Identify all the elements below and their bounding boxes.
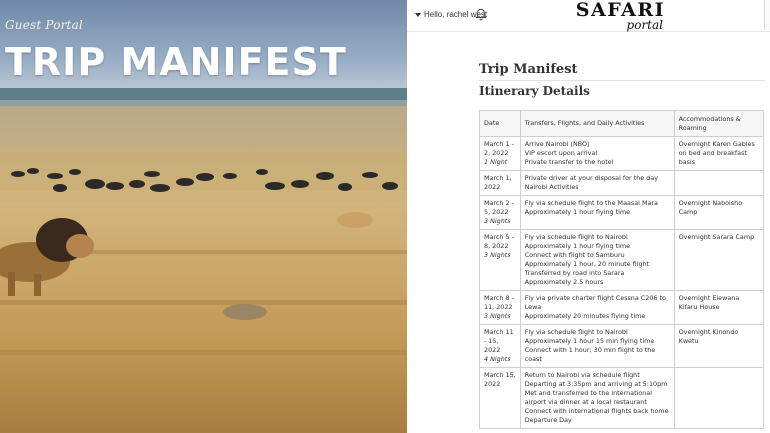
logo-sub-text: portal (626, 18, 663, 32)
activity-line: Approximately 1 hour flying time (524, 242, 631, 250)
accommodation-cell: Overnight Karen Gables on bed and breakf… (673, 136, 765, 171)
activities-cell: Fly via schedule flight to Nairobi Approx… (519, 324, 675, 368)
safari-portal-logo[interactable]: SAFARI portal (575, 0, 665, 32)
top-bar: Hello, rachel west SAFARI portal (407, 0, 770, 32)
date-cell: March 1 - 2, 2022 1 Night (479, 136, 521, 171)
activity-line: VIP escort upon arrival (524, 149, 598, 157)
activities-cell: Return to Nairobi via schedule flight Dep… (519, 367, 675, 429)
accommodation-text: Overnight Elewana Kifaru House (678, 294, 740, 311)
page-title: Trip Manifest (479, 62, 578, 77)
activity-line: Return to Nairobi via schedule flight (524, 371, 640, 379)
nights-text: 3 Nights (484, 312, 511, 320)
table-row: March 1 - 2, 2022 1 Night Arrive Nairobi … (479, 136, 765, 171)
itinerary-table: Date Transfers, Flights, and Daily Activ… (479, 110, 765, 429)
manifest-panel: Hello, rachel west SAFARI portal Trip Ma… (407, 0, 770, 433)
activity-line: Connect with international flights back … (524, 407, 669, 415)
activity-line: Private transfer to the hotel (524, 158, 614, 166)
accommodation-cell: Overnight Sarara Camp (673, 229, 765, 291)
hero-banner: Guest Portal TRIP MANIFEST (0, 0, 407, 433)
section-title: Itinerary Details (479, 84, 590, 98)
date-text: March 1, 2022 (484, 174, 512, 191)
table-row: March 1, 2022 Private driver at your dis… (479, 170, 765, 196)
date-cell: March 8 - 11, 2022 3 Nights (479, 290, 521, 325)
date-text: March 1 - 2, 2022 (484, 140, 514, 157)
table-header-row: Date Transfers, Flights, and Daily Activ… (479, 110, 765, 137)
activities-cell: Fly via schedule flight to Nairobi Approx… (519, 229, 675, 291)
activity-line: Fly via schedule flight to Nairobi (524, 328, 628, 336)
activity-line: Nairobi Activities (524, 183, 579, 191)
title-divider (479, 80, 765, 81)
activity-line: Connect with 1 hour; 30 min flight to th… (524, 346, 656, 363)
bell-icon[interactable] (475, 8, 487, 21)
accommodation-cell: Overnight Naboisho Camp (673, 195, 765, 230)
accommodation-text: Overnight Naboisho Camp (678, 199, 743, 216)
activity-line: Approximately 1 hour, 20 minute flight (524, 260, 650, 268)
table-row: March 2 - 5, 2022 3 Nights Fly via schedu… (479, 195, 765, 230)
accommodation-text: Overnight Sarara Camp (678, 233, 755, 241)
date-cell: March 15, 2022 (479, 367, 521, 429)
date-cell: March 11 - 15, 2022 4 Nights (479, 324, 521, 368)
nights-text: 1 Night (484, 158, 508, 166)
scrollbar[interactable] (764, 0, 770, 30)
table-row: March 11 - 15, 2022 4 Nights Fly via sche… (479, 324, 765, 368)
accommodation-cell (673, 170, 765, 196)
accommodation-cell (673, 367, 765, 429)
nights-text: 4 Nights (484, 355, 511, 363)
date-cell: March 2 - 5, 2022 3 Nights (479, 195, 521, 230)
activities-cell: Arrive Nairobi (NBO) VIP escort upon arri… (519, 136, 675, 171)
date-text: March 2 - 5, 2022 (484, 199, 514, 216)
accommodation-text: Overnight Karen Gables on bed and breakf… (678, 140, 755, 166)
activity-line: Transferred by road into Sarara (524, 269, 625, 277)
activity-line: Approximately 20 minutes flying time (524, 312, 646, 320)
nights-text: 3 Nights (484, 251, 511, 259)
accommodation-cell: Overnight Kinondo Kwetu (673, 324, 765, 368)
activity-line: Arrive Nairobi (NBO) (524, 140, 590, 148)
column-header-activities: Transfers, Flights, and Daily Activities (519, 110, 675, 137)
activities-cell: Private driver at your disposal for the … (519, 170, 675, 196)
date-text: March 8 - 11, 2022 (484, 294, 514, 311)
table-row: March 8 - 11, 2022 3 Nights Fly via priva… (479, 290, 765, 325)
activity-line: Departure Day (524, 416, 572, 424)
activity-line: Fly via schedule flight to the Maasai Ma… (524, 199, 658, 207)
date-text: March 15, 2022 (484, 371, 516, 388)
activity-line: Approximately 1 hour 15 min flying time (524, 337, 655, 345)
date-cell: March 5 - 8, 2022 3 Nights (479, 229, 521, 291)
activities-cell: Fly via private charter flight Cessna C2… (519, 290, 675, 325)
date-text: March 5 - 8, 2022 (484, 233, 514, 250)
activity-line: Connect with flight to Samburu (524, 251, 625, 259)
activity-line: Private driver at your disposal for the … (524, 174, 658, 182)
activity-line: Departing at 3:35pm and arriving at 5:10… (524, 380, 668, 388)
activity-line: Approximately 2.5 hours (524, 278, 604, 286)
column-header-accommodations: Accommodations & Roaming (673, 110, 765, 137)
hero-title: TRIP MANIFEST (5, 40, 347, 84)
nights-text: 3 Nights (484, 217, 511, 225)
accommodation-cell: Overnight Elewana Kifaru House (673, 290, 765, 325)
date-text: March 11 - 15, 2022 (484, 328, 514, 354)
activity-line: Approximately 1 hour flying time (524, 208, 631, 216)
table-row: March 5 - 8, 2022 3 Nights Fly via schedu… (479, 229, 765, 291)
guest-portal-label: Guest Portal (5, 18, 83, 32)
column-header-date: Date (479, 110, 521, 137)
accommodation-text: Overnight Kinondo Kwetu (678, 328, 739, 345)
table-row: March 15, 2022 Return to Nairobi via sch… (479, 367, 765, 429)
activities-cell: Fly via schedule flight to the Maasai Ma… (519, 195, 675, 230)
date-cell: March 1, 2022 (479, 170, 521, 196)
activity-line: Met and transferred to the international… (524, 389, 653, 406)
activity-line: Fly via private charter flight Cessna C2… (524, 294, 666, 311)
activity-line: Fly via schedule flight to Nairobi (524, 233, 628, 241)
caret-down-icon (415, 12, 421, 17)
